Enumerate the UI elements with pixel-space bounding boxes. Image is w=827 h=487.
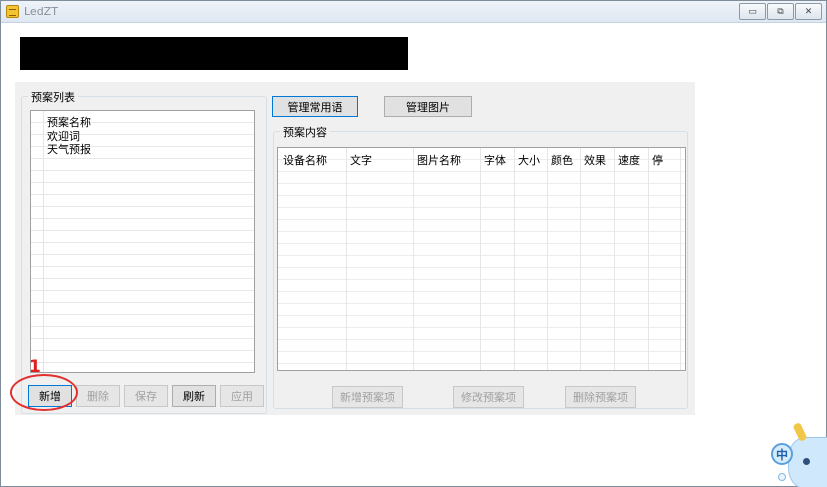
save-button[interactable]: 保存 bbox=[124, 385, 168, 407]
redacted-bar bbox=[20, 37, 408, 70]
title-bar[interactable]: LedZT ▭ ⧉ ✕ bbox=[1, 1, 826, 23]
window-controls: ▭ ⧉ ✕ bbox=[738, 3, 822, 20]
plan-list-group-title: 预案列表 bbox=[28, 89, 78, 105]
plan-list-gridline bbox=[43, 111, 44, 372]
app-window: LedZT ▭ ⧉ ✕ 预案列表 预案名称 欢迎词 天气预报 新增 删除 保存 … bbox=[0, 0, 827, 487]
main-panel: 预案列表 预案名称 欢迎词 天气预报 新增 删除 保存 刷新 应用 管理常用语 … bbox=[15, 82, 695, 415]
column-header[interactable]: 字体 bbox=[484, 152, 506, 168]
plan-content-group: 预案内容 设备名称 文字 图片名称 字体 大小 颜色 效果 速度 停 新增预案项… bbox=[273, 124, 688, 409]
manage-phrases-button[interactable]: 管理常用语 bbox=[272, 96, 358, 117]
column-divider bbox=[413, 148, 414, 370]
plan-list-header[interactable]: 预案名称 bbox=[47, 117, 91, 129]
plan-content-group-title: 预案内容 bbox=[280, 124, 330, 140]
column-header[interactable]: 效果 bbox=[584, 152, 606, 168]
ime-widget[interactable]: 中 bbox=[766, 421, 827, 487]
close-button[interactable]: ✕ bbox=[795, 3, 822, 20]
restore-button[interactable]: ⧉ bbox=[767, 3, 794, 20]
column-divider bbox=[480, 148, 481, 370]
column-header[interactable]: 停 bbox=[652, 152, 663, 168]
column-header[interactable]: 大小 bbox=[518, 152, 540, 168]
column-divider bbox=[346, 148, 347, 370]
edit-plan-item-button[interactable]: 修改预案项 bbox=[453, 386, 524, 408]
column-header[interactable]: 速度 bbox=[618, 152, 640, 168]
column-header[interactable]: 颜色 bbox=[551, 152, 573, 168]
delete-button[interactable]: 删除 bbox=[76, 385, 120, 407]
annotation-ellipse bbox=[10, 374, 78, 411]
column-header[interactable]: 文字 bbox=[350, 152, 372, 168]
delete-plan-item-button[interactable]: 删除预案项 bbox=[565, 386, 636, 408]
minimize-button[interactable]: ▭ bbox=[739, 3, 766, 20]
ime-bubble-icon bbox=[778, 473, 786, 481]
plan-list-group: 预案列表 预案名称 欢迎词 天气预报 新增 删除 保存 刷新 应用 bbox=[21, 89, 267, 414]
column-divider bbox=[614, 148, 615, 370]
plan-list[interactable]: 预案名称 欢迎词 天气预报 bbox=[30, 110, 255, 373]
ime-eye-icon bbox=[803, 458, 810, 465]
column-header[interactable]: 图片名称 bbox=[417, 152, 461, 168]
window-title: LedZT bbox=[24, 5, 58, 18]
plan-list-item[interactable]: 天气预报 bbox=[47, 144, 91, 156]
column-divider bbox=[680, 148, 681, 370]
column-header[interactable]: 设备名称 bbox=[283, 152, 327, 168]
apply-button[interactable]: 应用 bbox=[220, 385, 264, 407]
close-icon: ✕ bbox=[804, 6, 813, 17]
manage-images-button[interactable]: 管理图片 bbox=[384, 96, 472, 117]
add-plan-item-button[interactable]: 新增预案项 bbox=[332, 386, 403, 408]
ime-horn-icon bbox=[792, 422, 808, 442]
app-icon bbox=[6, 5, 19, 18]
column-divider bbox=[580, 148, 581, 370]
refresh-button[interactable]: 刷新 bbox=[172, 385, 216, 407]
column-divider bbox=[648, 148, 649, 370]
column-divider bbox=[514, 148, 515, 370]
minimize-icon: ▭ bbox=[748, 6, 757, 17]
ime-mode-indicator[interactable]: 中 bbox=[771, 443, 793, 465]
plan-list-item[interactable]: 欢迎词 bbox=[47, 131, 80, 143]
plan-content-table[interactable]: 设备名称 文字 图片名称 字体 大小 颜色 效果 速度 停 bbox=[277, 147, 686, 371]
restore-icon: ⧉ bbox=[777, 6, 784, 17]
column-divider bbox=[547, 148, 548, 370]
